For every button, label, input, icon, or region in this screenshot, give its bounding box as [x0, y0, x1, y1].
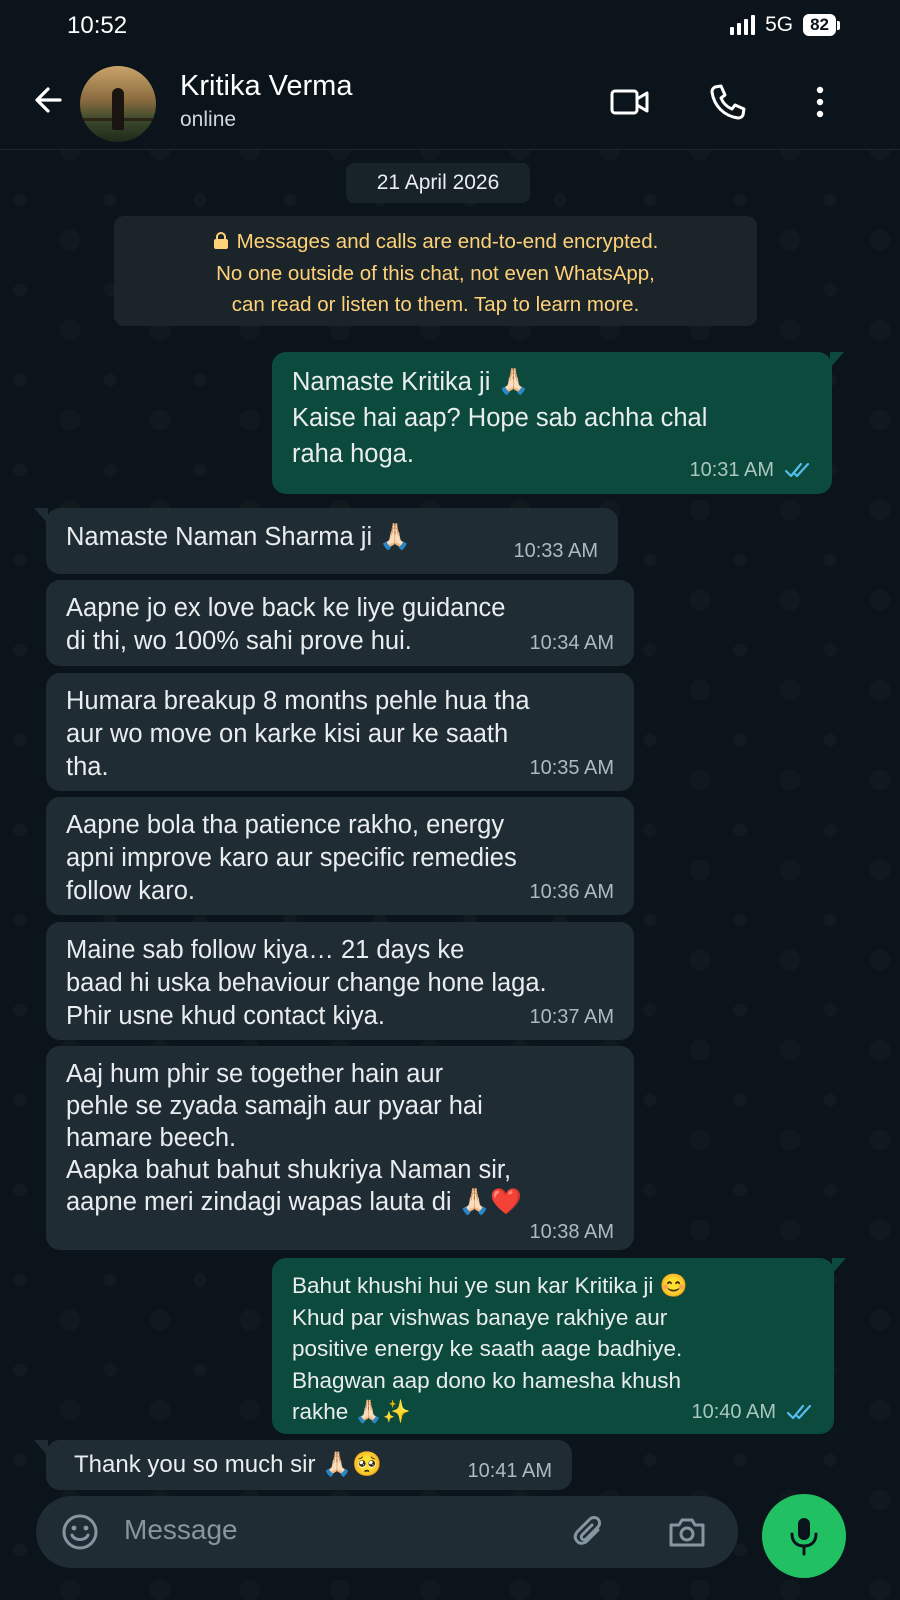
message-bubble-incoming[interactable]: Aapne bola tha patience rakho, energy ap…	[46, 797, 634, 915]
message-time: 10:31 AM	[689, 459, 774, 481]
more-vertical-icon	[816, 86, 824, 118]
arrow-left-icon	[35, 87, 62, 113]
double-check-icon	[786, 1405, 812, 1420]
attach-button[interactable]	[570, 1512, 610, 1552]
lock-icon	[213, 232, 228, 249]
chat-header: Kritika Verma online	[0, 52, 900, 150]
paperclip-icon	[573, 1516, 601, 1545]
encryption-text: Messages and calls are end-to-end encryp…	[216, 230, 659, 316]
more-options-button[interactable]	[798, 80, 842, 124]
video-call-icon	[610, 89, 649, 115]
voice-message-button[interactable]	[762, 1494, 846, 1578]
phone-icon	[710, 84, 746, 120]
encryption-notice[interactable]: Messages and calls are end-to-end encryp…	[114, 216, 757, 326]
signal-icon	[730, 15, 756, 35]
message-bubble-outgoing[interactable]: Namaste Kritika ji 🙏🏻 Kaise hai aap? Hop…	[272, 352, 844, 494]
message-input[interactable]: Message	[124, 1514, 238, 1546]
camera-button[interactable]	[666, 1512, 708, 1552]
date-chip: 21 April 2026	[346, 163, 530, 203]
message-time: 10:38 AM	[529, 1221, 614, 1243]
emoji-icon	[62, 1514, 98, 1550]
avatar[interactable]	[80, 66, 156, 142]
network-type: 5G	[765, 13, 794, 36]
message-time: 10:34 AM	[529, 632, 614, 654]
message-time: 10:36 AM	[529, 881, 614, 903]
message-bubble-incoming[interactable]: Thank you so much sir 🙏🏻🥺 10:41 AM	[34, 1440, 572, 1490]
message-time: 10:41 AM	[467, 1460, 552, 1482]
contact-name[interactable]: Kritika Verma	[180, 70, 352, 103]
message-text: Aaj hum phir se together hain aur pehle …	[66, 1060, 523, 1216]
status-indicators: 5G 82	[730, 13, 840, 37]
message-bubble-incoming[interactable]: Humara breakup 8 months pehle hua tha au…	[46, 673, 634, 791]
message-bubble-incoming[interactable]: Namaste Naman Sharma ji 🙏🏻 10:33 AM	[34, 508, 618, 574]
voice-call-button[interactable]	[706, 80, 750, 124]
message-bubble-incoming[interactable]: Aapne jo ex love back ke liye guidance d…	[46, 580, 634, 666]
message-bubble-incoming[interactable]: Maine sab follow kiya… 21 days ke baad h…	[46, 922, 634, 1040]
emoji-button[interactable]	[60, 1512, 100, 1552]
double-check-icon	[784, 462, 810, 478]
back-button[interactable]	[30, 82, 66, 118]
message-time: 10:40 AM	[691, 1400, 776, 1423]
message-bubble-incoming[interactable]: Aaj hum phir se together hain aur pehle …	[46, 1046, 634, 1250]
status-bar: 10:52 5G 82	[0, 0, 900, 52]
message-time: 10:33 AM	[513, 540, 598, 562]
message-time: 10:35 AM	[529, 757, 614, 779]
battery-icon: 82	[803, 14, 840, 36]
contact-status: online	[180, 108, 237, 131]
message-time: 10:37 AM	[529, 1006, 614, 1028]
status-time: 10:52	[67, 12, 128, 39]
microphone-icon	[790, 1518, 818, 1556]
message-bubble-outgoing[interactable]: Bahut khushi hui ye sun kar Kritika ji 😊…	[272, 1258, 846, 1434]
message-composer: Message	[36, 1496, 738, 1568]
video-call-button[interactable]	[608, 80, 652, 124]
camera-icon	[669, 1518, 705, 1547]
